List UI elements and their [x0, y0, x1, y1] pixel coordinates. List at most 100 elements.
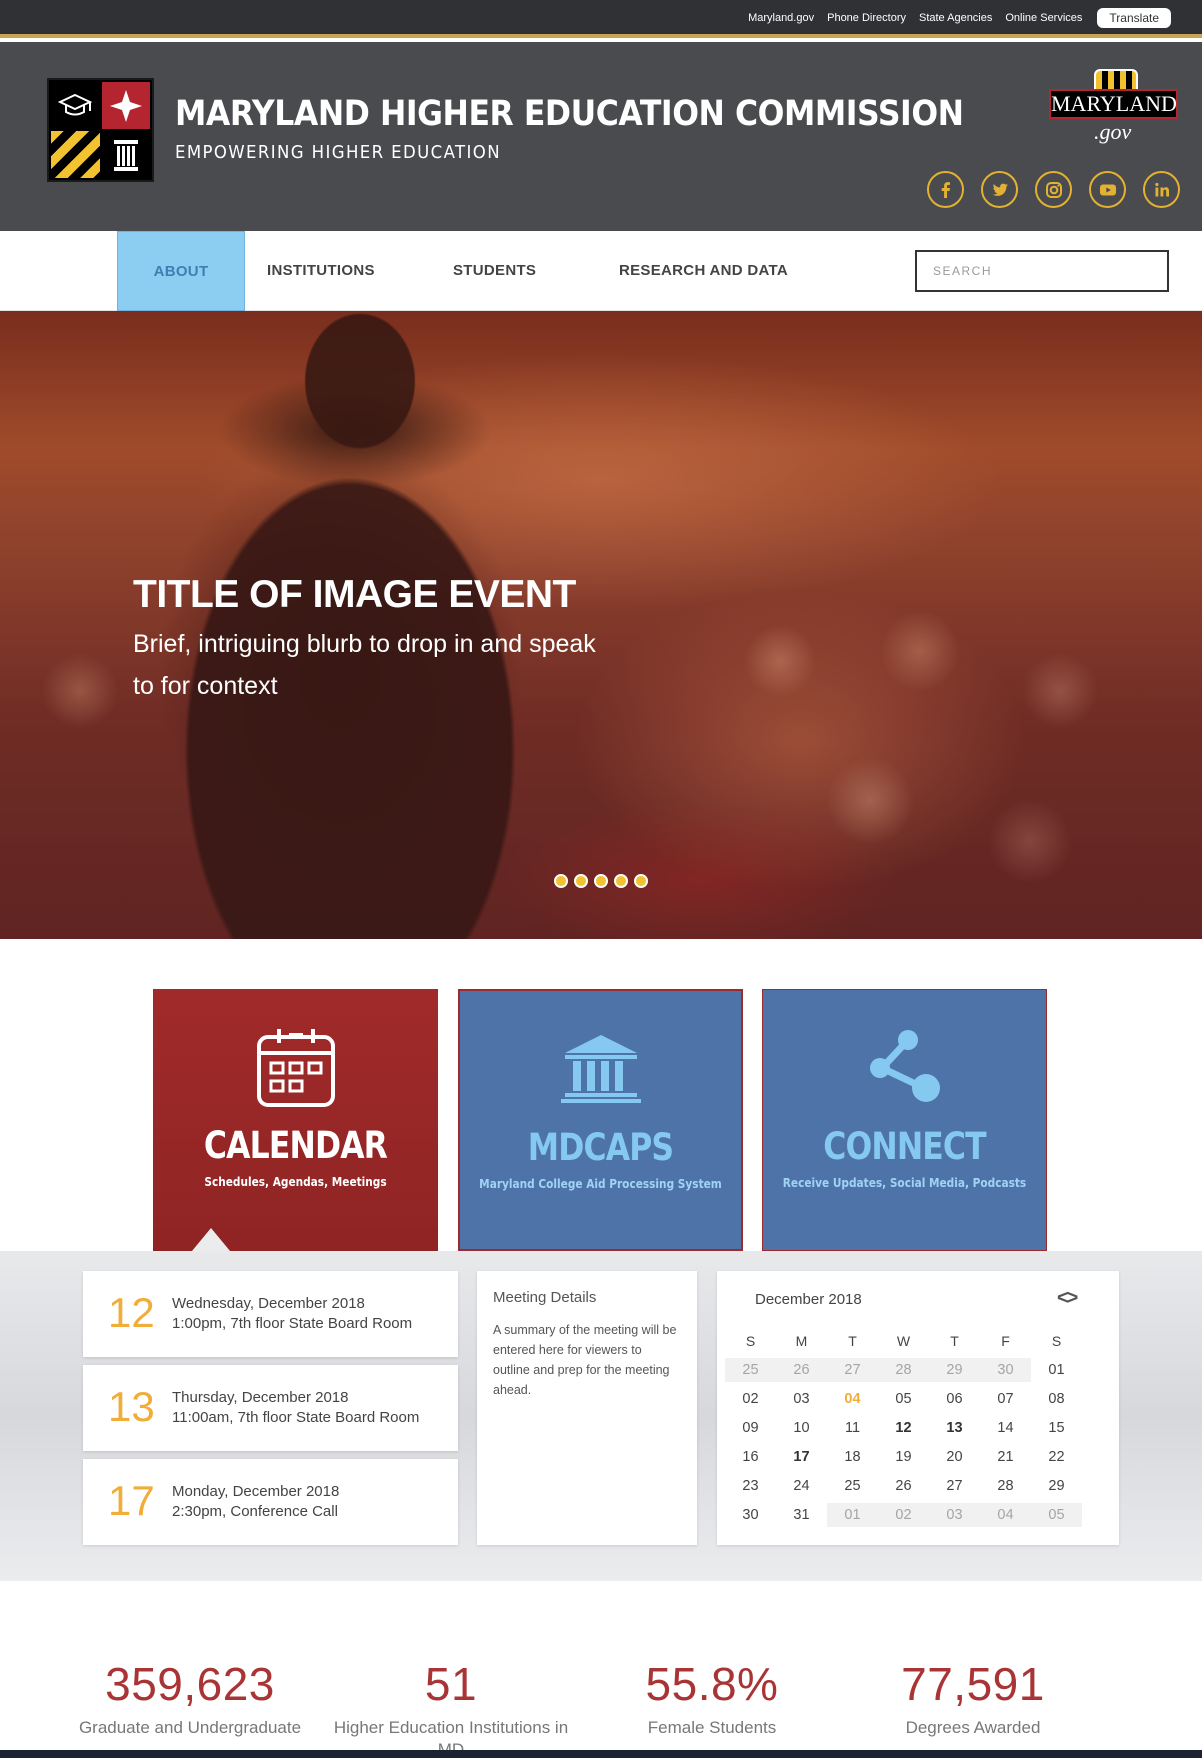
logo-cross-icon	[101, 82, 150, 129]
hero-blurb: Brief, intriguing blurb to drop in and s…	[133, 630, 596, 700]
twitter-icon[interactable]	[981, 171, 1018, 208]
calendar-nav-arrows-icon[interactable]: <>	[1057, 1287, 1078, 1310]
nav-item-students[interactable]: STUDENTS	[453, 231, 536, 311]
calendar-day[interactable]: 02	[878, 1502, 929, 1527]
calendar-weekday: F	[1001, 1332, 1010, 1349]
stat-value: 51	[424, 1658, 478, 1710]
calendar-month: December 2018	[755, 1291, 862, 1308]
calendar-day[interactable]: 21	[980, 1449, 1031, 1465]
footer-strip	[0, 1750, 1202, 1758]
search-input[interactable]	[915, 250, 1169, 292]
calendar-day[interactable]: 14	[980, 1420, 1031, 1436]
event-item[interactable]: 12 Wednesday, December 2018 1:00pm, 7th …	[83, 1271, 458, 1357]
institution-icon	[460, 1027, 741, 1113]
calendar-day[interactable]: 29	[1031, 1478, 1082, 1494]
calendar-day[interactable]: 06	[929, 1391, 980, 1407]
calendar-day[interactable]: 27	[929, 1478, 980, 1494]
link-phone-directory[interactable]: Phone Directory	[827, 12, 906, 24]
carousel-dot-3[interactable]	[594, 874, 608, 888]
calendar-day[interactable]: 08	[1031, 1391, 1082, 1407]
calendar-day[interactable]: 10	[776, 1420, 827, 1436]
calendar-day[interactable]: 17	[776, 1449, 827, 1465]
instagram-icon[interactable]	[1035, 171, 1072, 208]
calendar-day[interactable]: 29	[929, 1357, 980, 1382]
calendar-day[interactable]: 03	[776, 1391, 827, 1407]
calendar-day[interactable]: 11	[827, 1420, 878, 1436]
calendar-day[interactable]: 28	[878, 1357, 929, 1382]
calendar-day[interactable]: 02	[725, 1391, 776, 1407]
meeting-details-panel: Meeting Details A summary of the meeting…	[477, 1271, 697, 1545]
carousel-dot-2[interactable]	[574, 874, 588, 888]
calendar-card[interactable]: CALENDAR Schedules, Agendas, Meetings	[153, 989, 438, 1251]
meeting-details-text: A summary of the meeting will be entered…	[493, 1323, 677, 1397]
calendar-week-row: 30 31 01 02 03 04 05	[725, 1500, 1095, 1529]
carousel-dot-1[interactable]	[554, 874, 568, 888]
stat-item: 359,623 Graduate and Undergraduate	[70, 1657, 310, 1739]
calendar-day[interactable]: 26	[776, 1357, 827, 1382]
calendar-day[interactable]: 23	[725, 1478, 776, 1494]
calendar-day[interactable]: 04	[827, 1391, 878, 1407]
linkedin-icon[interactable]	[1143, 171, 1180, 208]
meeting-details-title: Meeting Details	[493, 1289, 597, 1306]
event-date: Monday, December 2018	[172, 1483, 340, 1500]
calendar-day[interactable]: 18	[827, 1449, 878, 1465]
link-maryland-gov[interactable]: Maryland.gov	[748, 12, 814, 24]
event-date: Wednesday, December 2018	[172, 1295, 365, 1312]
calendar-week-row: 25 26 27 28 29 30 01	[725, 1355, 1095, 1384]
mdcaps-card-subtitle: Maryland College Aid Processing System	[479, 1177, 722, 1191]
calendar-week-row: 02 03 04 05 06 07 08	[725, 1384, 1095, 1413]
nav-item-about[interactable]: ABOUT	[117, 231, 245, 311]
calendar-day[interactable]: 16	[725, 1449, 776, 1465]
calendar-day[interactable]: 22	[1031, 1449, 1082, 1465]
nav-item-research-and-data[interactable]: RESEARCH AND DATA	[619, 231, 788, 311]
calendar-day[interactable]: 19	[878, 1449, 929, 1465]
calendar-day[interactable]: 05	[878, 1391, 929, 1407]
calendar-day[interactable]: 24	[776, 1478, 827, 1494]
calendar-day[interactable]: 12	[878, 1420, 929, 1436]
stat-item: 77,591 Degrees Awarded	[853, 1657, 1093, 1739]
link-state-agencies[interactable]: State Agencies	[919, 12, 992, 24]
event-item[interactable]: 13 Thursday, December 2018 11:00am, 7th …	[83, 1365, 458, 1451]
connect-card[interactable]: CONNECT Receive Updates, Social Media, P…	[762, 989, 1047, 1251]
translate-button[interactable]: Translate	[1097, 8, 1171, 28]
calendar-day[interactable]: 28	[980, 1478, 1031, 1494]
calendar-day[interactable]: 05	[1031, 1502, 1082, 1527]
carousel-dot-5[interactable]	[634, 874, 648, 888]
maryland-gov-logo[interactable]: MARYLAND .gov	[1049, 69, 1179, 149]
calendar-day[interactable]: 15	[1031, 1420, 1082, 1436]
mdcaps-card[interactable]: MDCAPS Maryland College Aid Processing S…	[458, 989, 743, 1251]
calendar-day[interactable]: 07	[980, 1391, 1031, 1407]
event-day-number: 12	[108, 1289, 155, 1336]
nav-item-institutions[interactable]: INSTITUTIONS	[267, 231, 375, 311]
calendar-day[interactable]: 20	[929, 1449, 980, 1465]
calendar-day[interactable]: 03	[929, 1502, 980, 1527]
mhec-logo[interactable]	[47, 78, 154, 182]
calendar-weekday: S	[745, 1332, 756, 1349]
stat-value: 55.8%	[645, 1658, 779, 1710]
calendar-day[interactable]: 01	[827, 1502, 878, 1527]
events-section: 12 Wednesday, December 2018 1:00pm, 7th …	[0, 1251, 1202, 1581]
facebook-icon[interactable]	[927, 171, 964, 208]
calendar-day[interactable]: 31	[776, 1507, 827, 1523]
calendar-grid: S M T W T F S 25 26 27 28 29 30 01 02 03 04 05 06 07 08 09 10 1…	[725, 1326, 1095, 1529]
calendar-day[interactable]: 30	[980, 1357, 1031, 1382]
calendar-day[interactable]: 30	[725, 1507, 776, 1523]
event-item[interactable]: 17 Monday, December 2018 2:30pm, Confere…	[83, 1459, 458, 1545]
logo-stripes	[51, 131, 100, 178]
calendar-day[interactable]: 09	[725, 1420, 776, 1436]
youtube-icon[interactable]	[1089, 171, 1126, 208]
calendar-weekday: M	[795, 1332, 808, 1349]
calendar-day[interactable]: 25	[725, 1357, 776, 1382]
social-links	[927, 171, 1180, 208]
calendar-day[interactable]: 01	[1031, 1362, 1082, 1378]
calendar-day[interactable]: 13	[929, 1420, 980, 1436]
utility-links: Maryland.gov Phone Directory State Agenc…	[748, 8, 1171, 28]
mdcaps-card-title: MDCAPS	[527, 1126, 674, 1169]
link-online-services[interactable]: Online Services	[1005, 12, 1082, 24]
carousel-dot-4[interactable]	[614, 874, 628, 888]
calendar-day[interactable]: 25	[827, 1478, 878, 1494]
calendar-day[interactable]: 27	[827, 1357, 878, 1382]
calendar-day[interactable]: 26	[878, 1478, 929, 1494]
calendar-day[interactable]: 04	[980, 1502, 1031, 1527]
site-header: MARYLAND HIGHER EDUCATION COMMISSION EMP…	[0, 42, 1202, 231]
